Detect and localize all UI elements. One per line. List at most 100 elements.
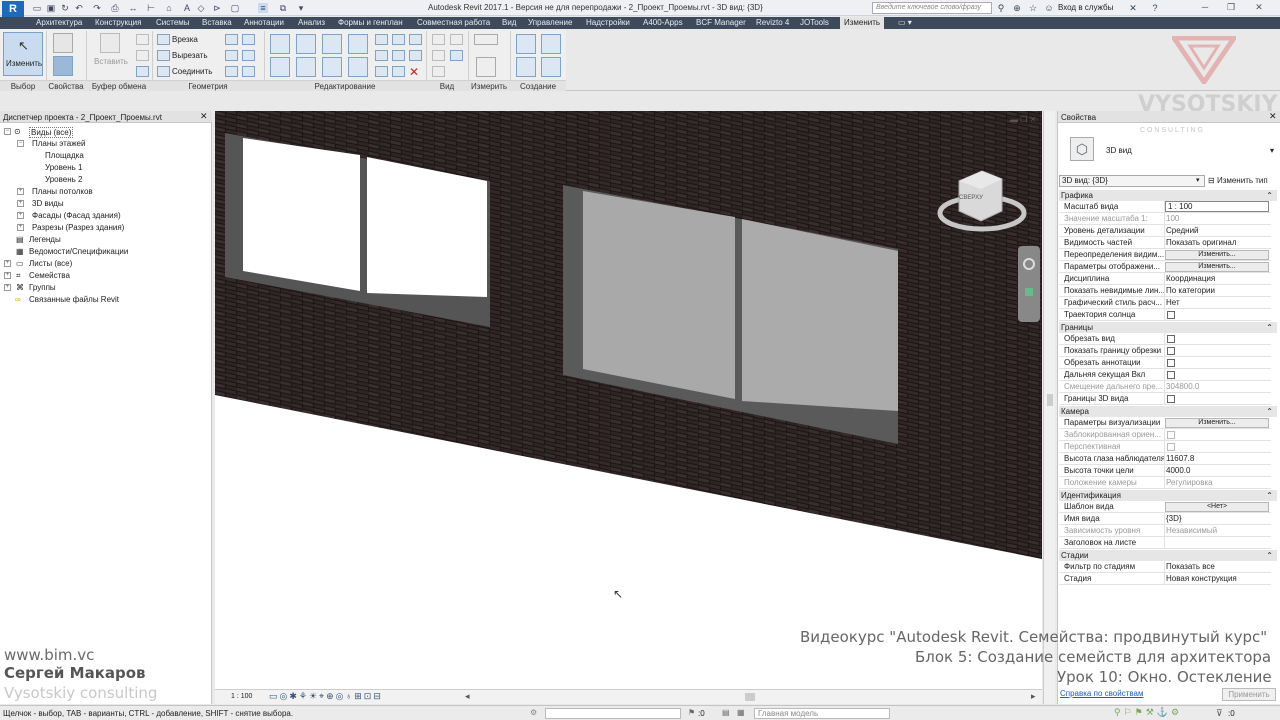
prop-value[interactable]: По категории [1166, 286, 1270, 295]
demolish-icon[interactable] [242, 50, 255, 61]
prop-value[interactable]: Координация [1166, 274, 1270, 283]
prop-value[interactable]: Нет [1166, 298, 1270, 307]
tree-ceiling-plans[interactable]: Планы потолков [32, 187, 93, 196]
tab-a400-apps[interactable]: A400-Apps [643, 17, 683, 29]
move-icon[interactable] [270, 57, 290, 77]
glazing-pane[interactable] [243, 138, 360, 291]
tree-sections[interactable]: Разрезы (Разрез здания) [32, 223, 124, 232]
hide-icon[interactable] [432, 34, 445, 45]
collapse-icon[interactable]: ⌃ [1266, 190, 1273, 201]
close-hidden-icon[interactable]: ▢ [230, 3, 240, 13]
cope-icon[interactable] [157, 34, 170, 45]
tree-sheets[interactable]: Листы (все) [29, 259, 72, 268]
design-option-active-icon[interactable]: ▦ [737, 708, 745, 717]
edit-button[interactable]: Изменить... [1165, 418, 1269, 428]
filter-icon[interactable]: ⊽ [1216, 708, 1223, 719]
prop-row-analysis-style[interactable]: Графический стиль расч... Нет [1059, 297, 1271, 309]
prop-row-view-scale[interactable]: Масштаб вида 1 : 100 [1059, 201, 1271, 213]
expand-icon[interactable]: + [17, 212, 24, 219]
prop-row-crop-view[interactable]: Обрезать вид [1059, 333, 1271, 345]
rotate-icon[interactable] [322, 57, 342, 77]
pick-icon[interactable] [242, 66, 255, 77]
tab-view[interactable]: Вид [502, 17, 516, 29]
trim-extend-icon[interactable] [348, 57, 368, 77]
prop-row-sun-path[interactable]: Траектория солнца [1059, 309, 1271, 321]
prop-row-discipline[interactable]: Дисциплина Координация [1059, 273, 1271, 285]
subscription-icon[interactable]: ⊕ [1012, 3, 1022, 13]
expand-icon[interactable]: + [17, 224, 24, 231]
category-graphics[interactable]: Графика ⌃ [1059, 190, 1277, 201]
array-icon[interactable] [375, 50, 388, 61]
category-camera[interactable]: Камера ⌃ [1059, 406, 1277, 417]
view-range-icon[interactable] [450, 50, 463, 61]
scale-icon[interactable] [392, 50, 405, 61]
tab-revizto[interactable]: Revizto 4 [756, 17, 789, 29]
prop-row-target-elevation[interactable]: Высота точки цели 4000.0 [1059, 465, 1271, 477]
tree-elevations[interactable]: Фасады (Фасад здания) [32, 211, 121, 220]
design-options-icon[interactable]: ▤ [722, 708, 730, 717]
sync-icon[interactable]: ↻ [60, 3, 70, 13]
paint-icon[interactable] [242, 34, 255, 45]
project-browser-close-icon[interactable]: ✕ [200, 111, 208, 122]
wall-joins-icon[interactable] [225, 50, 238, 61]
properties-help-link[interactable]: Справка по свойствам [1060, 689, 1143, 698]
align-icon[interactable] [270, 34, 290, 54]
measure-between-icon[interactable] [474, 34, 498, 45]
star-icon[interactable]: ☆ [1028, 3, 1038, 13]
scroll-right-icon[interactable]: ▸ [1031, 691, 1036, 702]
create-assembly-icon[interactable] [516, 34, 536, 54]
steering-wheel-icon[interactable] [1023, 258, 1035, 270]
prop-value[interactable]: 4000.0 [1166, 466, 1270, 475]
horizontal-scrollbar[interactable] [745, 693, 755, 701]
expand-icon[interactable]: + [4, 260, 11, 267]
login-label[interactable]: Вход в службы [1058, 3, 1113, 12]
section-box-checkbox[interactable] [1167, 395, 1175, 403]
tree-site[interactable]: Площадка [45, 151, 84, 160]
switch-windows-icon[interactable]: ⧉ [278, 3, 288, 13]
prop-row-annotation-crop[interactable]: Обрезать аннотации [1059, 357, 1271, 369]
aligned-dimension-icon[interactable] [476, 57, 496, 77]
cut-clipboard-icon[interactable] [136, 34, 149, 45]
close-icon[interactable]: ✕ [1252, 1, 1266, 14]
edit-button[interactable]: Изменить... [1165, 250, 1269, 260]
ribbon-options-icon[interactable]: ▭ ▾ [898, 17, 912, 29]
type-properties-icon[interactable] [53, 33, 73, 53]
tab-collaborate[interactable]: Совместная работа [417, 17, 490, 29]
tab-insert[interactable]: Вставка [202, 17, 232, 29]
tab-systems[interactable]: Системы [156, 17, 190, 29]
tab-addins[interactable]: Надстройки [586, 17, 630, 29]
prop-row-vg-overrides[interactable]: Переопределения видим... Изменить... [1059, 249, 1271, 261]
expand-icon[interactable]: + [17, 200, 24, 207]
panel-select[interactable]: Выбор [0, 80, 46, 91]
delete-icon[interactable]: ✕ [409, 65, 419, 79]
crop-view-checkbox[interactable] [1167, 335, 1175, 343]
tree-level-2[interactable]: Уровень 2 [45, 175, 83, 184]
open-icon[interactable]: ▭ [32, 3, 42, 13]
glazing-pane[interactable] [367, 157, 487, 297]
help-icon[interactable]: ? [1150, 3, 1160, 13]
search-input[interactable]: Введите ключевое слово/фразу [872, 2, 992, 14]
cut-geometry-label[interactable]: Вырезать [172, 51, 208, 60]
join-geometry-label[interactable]: Соединить [172, 67, 212, 76]
prop-row-detail-level[interactable]: Уровень детализации Средний [1059, 225, 1271, 237]
tab-analyze[interactable]: Анализ [298, 17, 325, 29]
section-icon[interactable]: ⊳ [212, 3, 222, 13]
thin-lines-icon[interactable]: ≡ [258, 3, 268, 13]
measure-icon[interactable]: ↔ [128, 3, 138, 13]
prop-row-parts-visibility[interactable]: Видимость частей Показать оригинал [1059, 237, 1271, 249]
override-icon[interactable] [450, 34, 463, 45]
save-icon[interactable]: ▣ [46, 3, 56, 13]
tab-jotools[interactable]: JOTools [800, 17, 829, 29]
tab-architecture[interactable]: Архитектура [36, 17, 82, 29]
collapse-icon[interactable]: ⌃ [1266, 550, 1273, 561]
editing-requests-icon[interactable]: ⚑ [688, 708, 695, 717]
tree-schedules[interactable]: Ведомости/Спецификации [29, 247, 128, 256]
temp-hide-icon[interactable] [432, 66, 445, 77]
create-similar-icon[interactable] [541, 57, 561, 77]
vertical-scrollbar[interactable] [1043, 111, 1055, 704]
tab-massing-site[interactable]: Формы и генплан [338, 17, 403, 29]
3d-viewport[interactable]: ▬ ❐ ✕ СВЕРХУ ↖ 1 : 100 ▭◎✱⚘☀⌖⊕◎♁⊞⊡⊟ ◂ ▸ [215, 111, 1042, 704]
minimize-icon[interactable]: ─ [1198, 1, 1212, 14]
split-gap-icon[interactable] [392, 34, 405, 45]
tab-structure[interactable]: Конструкция [95, 17, 141, 29]
